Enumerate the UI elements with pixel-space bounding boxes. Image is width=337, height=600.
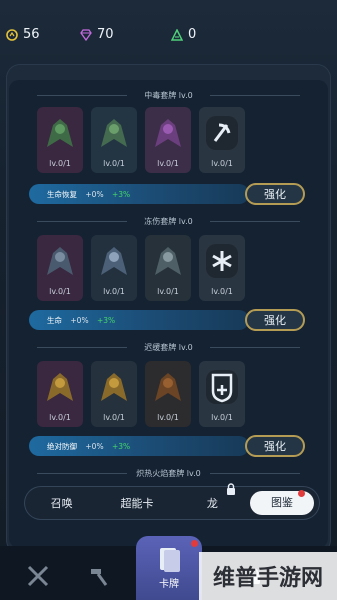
snowflake-skill-icon — [206, 244, 238, 278]
token-value: 0 — [188, 27, 197, 42]
card-collection-panel[interactable]: 中毒套牌 lv.0 lv.0/1 lv.0/1 lv.0/1 lv.0/1 生命… — [9, 80, 328, 548]
card-slot[interactable]: lv.0/1 — [37, 107, 83, 173]
gem-value: 70 — [97, 27, 114, 42]
card-slot[interactable]: lv.0/1 — [37, 235, 83, 301]
coin-value: 56 — [23, 27, 40, 42]
slow-bonus-bar: 绝对防御 +0% +3% — [29, 436, 249, 456]
token-counter: 0 — [171, 27, 196, 42]
triangle-token-icon — [171, 28, 183, 41]
nav-battle[interactable] — [18, 556, 58, 596]
card-slot[interactable]: lv.0/1 — [199, 235, 245, 301]
brown-dragon-icon — [155, 373, 181, 401]
card-slot[interactable]: lv.0/1 — [145, 235, 191, 301]
poison-bonus-bar: 生命恢复 +0% +3% — [29, 184, 249, 204]
set-title-frost: 冻伤套牌 lv.0 — [9, 216, 328, 227]
set-title-poison: 中毒套牌 lv.0 — [9, 90, 328, 101]
nav-cards[interactable]: 卡牌 — [136, 536, 202, 600]
ice-dragon-icon — [155, 247, 181, 275]
card-slot[interactable]: lv.0/1 — [91, 361, 137, 427]
watermark-logo: 维普手游网 — [199, 552, 337, 600]
poison-card-row: lv.0/1 lv.0/1 lv.0/1 lv.0/1 — [37, 107, 245, 173]
coin-icon — [6, 28, 18, 41]
nav-forge[interactable] — [78, 556, 118, 596]
card-slot[interactable]: lv.0/1 — [37, 361, 83, 427]
card-slot[interactable]: lv.0/1 — [91, 107, 137, 173]
frost-card-row: lv.0/1 lv.0/1 lv.0/1 lv.0/1 — [37, 235, 245, 301]
gold-dragon-icon — [47, 373, 73, 401]
tab-summon[interactable]: 召唤 — [24, 495, 99, 511]
gold-dragon-icon — [101, 373, 127, 401]
ice-dragon-icon — [47, 247, 73, 275]
hammer-icon — [91, 569, 108, 586]
gem-icon — [80, 28, 92, 41]
notification-dot — [298, 490, 305, 497]
set-title-fire: 炽热火焰套牌 lv.0 — [9, 468, 328, 479]
frost-bonus-bar: 生命 +0% +3% — [29, 310, 249, 330]
card-slot[interactable]: lv.0/1 — [199, 107, 245, 173]
card-slot[interactable]: lv.0/1 — [199, 361, 245, 427]
tab-dragon[interactable]: 龙 — [175, 483, 250, 511]
notification-dot — [191, 540, 198, 547]
green-dragon-icon — [47, 119, 73, 147]
upgrade-button-poison[interactable]: 强化 — [245, 183, 305, 205]
upgrade-button-frost[interactable]: 强化 — [245, 309, 305, 331]
green-dragon-icon — [101, 119, 127, 147]
shield-plus-skill-icon — [206, 370, 238, 404]
gem-counter: 70 — [80, 27, 114, 42]
crossed-swords-icon — [27, 565, 49, 587]
main-tab-bar: 召唤 超能卡 龙 图鉴 — [24, 483, 320, 520]
lock-icon — [227, 483, 236, 495]
ice-dragon-icon — [101, 247, 127, 275]
tab-super-cards[interactable]: 超能卡 — [99, 495, 174, 511]
slow-card-row: lv.0/1 lv.0/1 lv.0/1 lv.0/1 — [37, 361, 245, 427]
card-slot[interactable]: lv.0/1 — [91, 235, 137, 301]
card-slot[interactable]: lv.0/1 — [145, 361, 191, 427]
purple-dragon-icon — [155, 119, 181, 147]
card-slot[interactable]: lv.0/1 — [145, 107, 191, 173]
upgrade-button-slow[interactable]: 强化 — [245, 435, 305, 457]
poison-skill-icon — [206, 116, 238, 150]
top-resource-bar: 56 70 0 — [0, 0, 337, 60]
coin-counter: 56 — [6, 27, 40, 42]
card-deck-icon — [160, 548, 180, 572]
set-title-slow: 迟缓套牌 lv.0 — [9, 342, 328, 353]
